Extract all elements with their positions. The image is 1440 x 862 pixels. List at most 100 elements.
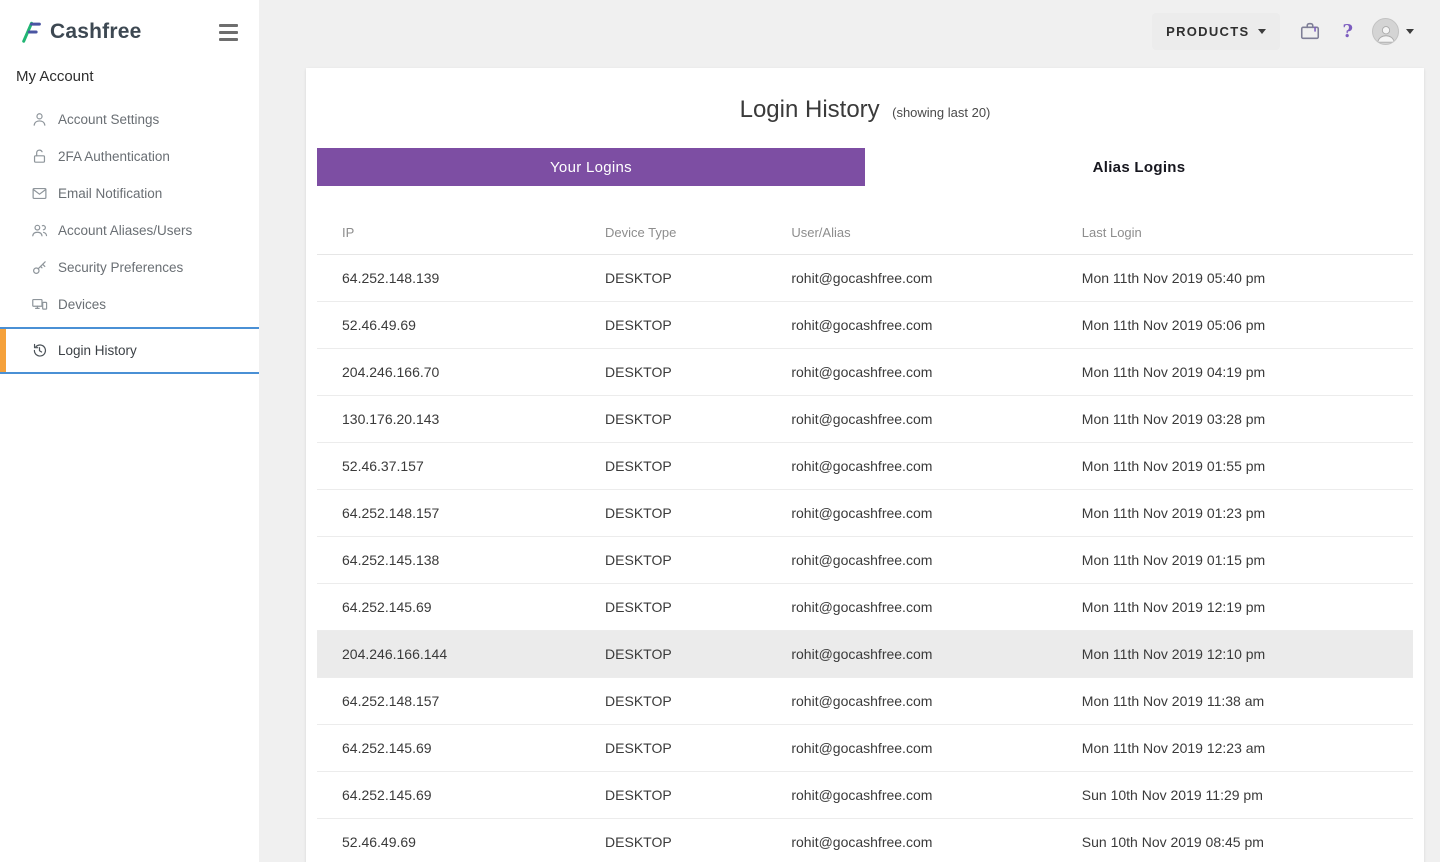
sidebar-section-title: My Account (16, 68, 94, 85)
cell-last-login: Mon 11th Nov 2019 12:10 pm (1056, 630, 1413, 678)
cell-device-type: DESKTOP (580, 677, 767, 725)
cell-device-type: DESKTOP (580, 489, 767, 537)
hamburger-menu-icon[interactable] (219, 21, 238, 44)
cell-ip: 64.252.145.69 (317, 583, 581, 631)
table-row[interactable]: 64.252.148.139 DESKTOP rohit@gocashfree.… (317, 254, 1413, 302)
table-row[interactable]: 64.252.145.69 DESKTOP rohit@gocashfree.c… (317, 771, 1413, 819)
cell-device-type: DESKTOP (580, 254, 767, 302)
page-title: Login History (739, 96, 880, 123)
cell-ip: 130.176.20.143 (317, 395, 581, 443)
column-header-user-alias: User/Alias (766, 210, 1057, 255)
table-row[interactable]: 64.252.148.157 DESKTOP rohit@gocashfree.… (317, 489, 1413, 537)
chevron-down-icon (1406, 28, 1414, 34)
envelope-icon (31, 185, 48, 202)
table-row[interactable]: 204.246.166.70 DESKTOP rohit@gocashfree.… (317, 348, 1413, 396)
cell-user-alias: rohit@gocashfree.com (766, 677, 1057, 725)
table-row[interactable]: 52.46.49.69 DESKTOP rohit@gocashfree.com… (317, 818, 1413, 862)
cell-ip: 64.252.148.157 (317, 677, 581, 725)
table-row[interactable]: 64.252.145.69 DESKTOP rohit@gocashfree.c… (317, 724, 1413, 772)
cell-user-alias: rohit@gocashfree.com (766, 724, 1057, 772)
cell-last-login: Mon 11th Nov 2019 11:38 am (1056, 677, 1413, 725)
cell-device-type: DESKTOP (580, 301, 767, 349)
card-title-row: Login History (showing last 20) (317, 96, 1413, 124)
sidebar-item-account-aliases-users[interactable]: Account Aliases/Users (0, 212, 259, 249)
tab-your-logins[interactable]: Your Logins (317, 148, 865, 186)
sidebar-item-account-settings[interactable]: Account Settings (0, 101, 259, 138)
login-history-table: IP Device Type User/Alias Last Login 64.… (317, 210, 1413, 862)
cell-user-alias: rohit@gocashfree.com (766, 395, 1057, 443)
sidebar-nav: Account Settings 2FA Authentication Emai… (0, 101, 259, 374)
table-row[interactable]: 130.176.20.143 DESKTOP rohit@gocashfree.… (317, 395, 1413, 443)
cell-device-type: DESKTOP (580, 442, 767, 490)
products-dropdown-button[interactable]: PRODUCTS (1152, 12, 1281, 50)
brand-name: Cashfree (50, 20, 142, 43)
table-row[interactable]: 64.252.145.69 DESKTOP rohit@gocashfree.c… (317, 583, 1413, 631)
unlock-icon (31, 148, 48, 165)
brand-logo[interactable]: Cashfree (20, 20, 141, 44)
user-icon (31, 111, 48, 128)
sidebar-item-label: Account Settings (58, 112, 160, 127)
cell-user-alias: rohit@gocashfree.com (766, 254, 1057, 302)
table-row[interactable]: 64.252.145.138 DESKTOP rohit@gocashfree.… (317, 536, 1413, 584)
cell-device-type: DESKTOP (580, 724, 767, 772)
cell-last-login: Sun 10th Nov 2019 08:45 pm (1056, 818, 1413, 862)
cell-user-alias: rohit@gocashfree.com (766, 818, 1057, 862)
cell-device-type: DESKTOP (580, 818, 767, 862)
sidebar-item-email-notification[interactable]: Email Notification (0, 175, 259, 212)
page-subtitle: (showing last 20) (892, 105, 991, 120)
cell-last-login: Mon 11th Nov 2019 04:19 pm (1056, 348, 1413, 396)
login-tabs: Your Logins Alias Logins (317, 148, 1413, 186)
sidebar-item-label: Login History (58, 343, 137, 358)
sidebar-item-login-history[interactable]: Login History (0, 327, 259, 374)
cell-device-type: DESKTOP (580, 536, 767, 584)
sidebar-item-label: 2FA Authentication (58, 149, 170, 164)
cell-last-login: Mon 11th Nov 2019 01:15 pm (1056, 536, 1413, 584)
cell-user-alias: rohit@gocashfree.com (766, 301, 1057, 349)
briefcase-icon (1301, 22, 1320, 40)
sidebar-item-label: Security Preferences (58, 260, 184, 275)
cell-device-type: DESKTOP (580, 583, 767, 631)
cell-device-type: DESKTOP (580, 630, 767, 678)
sidebar-item-devices[interactable]: Devices (0, 286, 259, 323)
cell-user-alias: rohit@gocashfree.com (766, 771, 1057, 819)
cell-user-alias: rohit@gocashfree.com (766, 630, 1057, 678)
cell-last-login: Mon 11th Nov 2019 12:19 pm (1056, 583, 1413, 631)
chevron-down-icon (1258, 28, 1267, 34)
cell-ip: 52.46.37.157 (317, 442, 581, 490)
sidebar: Cashfree My Account Account Settings 2FA… (0, 0, 259, 862)
cell-user-alias: rohit@gocashfree.com (766, 348, 1057, 396)
cell-ip: 64.252.145.69 (317, 724, 581, 772)
users-icon (31, 222, 48, 239)
cell-user-alias: rohit@gocashfree.com (766, 489, 1057, 537)
sidebar-item-label: Email Notification (58, 186, 163, 201)
cell-device-type: DESKTOP (580, 348, 767, 396)
cell-ip: 52.46.49.69 (317, 818, 581, 862)
products-label: PRODUCTS (1166, 23, 1250, 39)
key-icon (31, 259, 48, 276)
tab-alias-logins[interactable]: Alias Logins (865, 148, 1413, 186)
cell-last-login: Mon 11th Nov 2019 01:23 pm (1056, 489, 1413, 537)
history-icon (31, 342, 48, 359)
table-row[interactable]: 52.46.37.157 DESKTOP rohit@gocashfree.co… (317, 442, 1413, 490)
account-menu[interactable] (1372, 17, 1414, 45)
cell-device-type: DESKTOP (580, 395, 767, 443)
table-header-row: IP Device Type User/Alias Last Login (317, 210, 1413, 255)
cell-last-login: Mon 11th Nov 2019 12:23 am (1056, 724, 1413, 772)
login-history-card: Login History (showing last 20) Your Log… (306, 68, 1424, 862)
briefcase-button[interactable] (1297, 18, 1323, 44)
cell-last-login: Mon 11th Nov 2019 05:06 pm (1056, 301, 1413, 349)
help-button[interactable]: ? (1340, 19, 1355, 44)
cell-user-alias: rohit@gocashfree.com (766, 536, 1057, 584)
sidebar-header: Cashfree (0, 0, 259, 60)
cell-ip: 64.252.148.157 (317, 489, 581, 537)
cell-ip: 52.46.49.69 (317, 301, 581, 349)
table-row[interactable]: 52.46.49.69 DESKTOP rohit@gocashfree.com… (317, 301, 1413, 349)
sidebar-item-security-preferences[interactable]: Security Preferences (0, 249, 259, 286)
table-row[interactable]: 64.252.148.157 DESKTOP rohit@gocashfree.… (317, 677, 1413, 725)
column-header-last-login: Last Login (1056, 210, 1413, 255)
login-table-body: 64.252.148.139 DESKTOP rohit@gocashfree.… (317, 254, 1413, 862)
sidebar-item-2fa-authentication[interactable]: 2FA Authentication (0, 138, 259, 175)
table-row[interactable]: 204.246.166.144 DESKTOP rohit@gocashfree… (317, 630, 1413, 678)
avatar (1372, 17, 1399, 45)
sidebar-item-label: Devices (58, 297, 107, 312)
